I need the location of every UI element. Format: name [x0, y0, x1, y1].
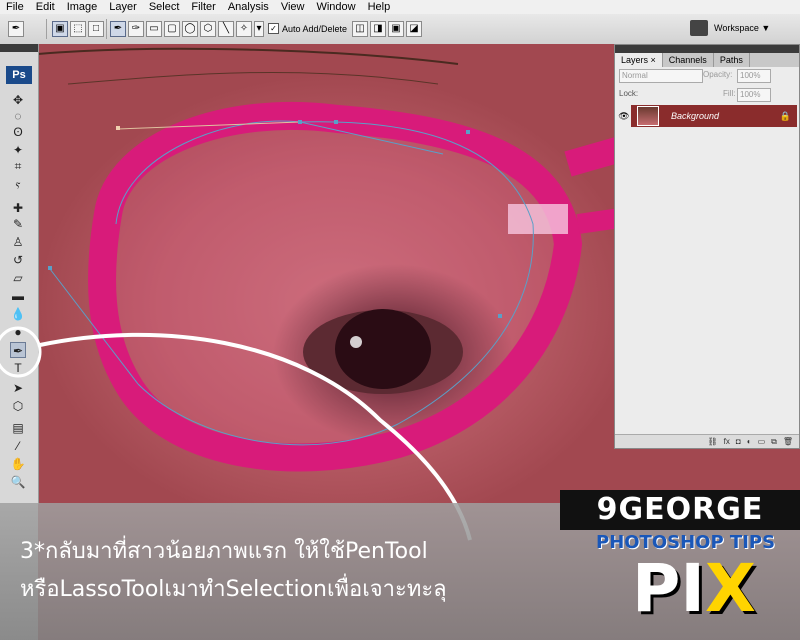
intersect-path-icon[interactable]: ▣: [388, 21, 404, 37]
layers-panel: Layers × Channels Paths Normal Opacity: …: [614, 44, 800, 449]
shape-layers-icon[interactable]: ▣: [52, 21, 68, 37]
pen-icon[interactable]: ✒: [110, 21, 126, 37]
magic-wand-tool-icon[interactable]: ✦: [10, 142, 26, 158]
rounded-rectangle-icon[interactable]: ▢: [164, 21, 180, 37]
fx-icon[interactable]: fx: [724, 437, 730, 446]
menu-item-file[interactable]: File: [0, 0, 30, 14]
fill-label: Fill:: [723, 89, 736, 98]
visibility-eye-icon[interactable]: 👁: [617, 105, 631, 127]
marquee-tool-icon[interactable]: ◌: [10, 108, 26, 124]
menu-item-help[interactable]: Help: [362, 0, 397, 14]
brush-tool-icon[interactable]: ✎: [10, 216, 26, 232]
pen-tool-icon[interactable]: ✒: [10, 342, 26, 358]
panel-footer: ⛓ fx ◘ ◐ ▭ ⧉ 🗑: [615, 434, 799, 448]
tab-channels[interactable]: Channels: [663, 53, 714, 67]
blur-tool-icon[interactable]: 💧: [10, 306, 26, 322]
history-brush-tool-icon[interactable]: ↺: [10, 252, 26, 268]
opacity-label: Opacity:: [703, 70, 733, 79]
shape-options-dropdown-icon[interactable]: ▾: [254, 21, 264, 37]
layer-name: Background: [671, 111, 720, 121]
photoshop-logo[interactable]: Ps: [6, 66, 32, 84]
tab-paths[interactable]: Paths: [714, 53, 750, 67]
rectangle-shape-icon[interactable]: ▭: [146, 21, 162, 37]
panel-tabs: Layers × Channels Paths: [615, 53, 799, 67]
custom-shape-icon[interactable]: ✧: [236, 21, 252, 37]
gradient-tool-icon[interactable]: ▬: [10, 288, 26, 304]
eyedropper2-tool-icon[interactable]: ⁄: [10, 438, 26, 454]
subtract-path-icon[interactable]: ◨: [370, 21, 386, 37]
menu-item-layer[interactable]: Layer: [103, 0, 143, 14]
menu-item-edit[interactable]: Edit: [30, 0, 61, 14]
menu-item-analysis[interactable]: Analysis: [222, 0, 275, 14]
menu-item-image[interactable]: Image: [61, 0, 104, 14]
workspace-label: Workspace ▼: [714, 23, 771, 33]
healing-tool-icon[interactable]: ✚: [10, 200, 26, 216]
toolbox: Ps ✥ ◌ ʘ ✦ ⌗ ⲋ ✚ ✎ ♙ ↺ ▱ ▬ 💧 ● ✒ T ➤ ⬡ ▤ ⁄ ✋ 🔍: [0, 44, 39, 504]
new-layer-icon[interactable]: ⧉: [771, 437, 777, 447]
lock-icon: 🔒: [779, 110, 791, 121]
tab-layers[interactable]: Layers ×: [615, 53, 663, 67]
opacity-input[interactable]: 100%: [737, 69, 771, 83]
move-tool-icon[interactable]: ✥: [10, 92, 26, 108]
exclude-path-icon[interactable]: ◪: [406, 21, 422, 37]
separator: [46, 19, 47, 39]
layer-row-background[interactable]: 👁 Background 🔒: [617, 105, 797, 127]
dodge-tool-icon[interactable]: ●: [10, 324, 26, 340]
polygon-shape-icon[interactable]: ⬡: [200, 21, 216, 37]
eraser-tool-icon[interactable]: ▱: [10, 270, 26, 286]
shape-tool-icon[interactable]: ⬡: [10, 398, 26, 414]
paths-mode-icon[interactable]: ⬚: [70, 21, 86, 37]
trash-icon[interactable]: 🗑: [783, 437, 793, 446]
separator: [106, 19, 107, 39]
crop-tool-icon[interactable]: ⌗: [10, 158, 26, 174]
lock-label: Lock:: [619, 89, 639, 98]
eyedropper-tool-icon[interactable]: ⲋ: [10, 176, 26, 192]
link-icon[interactable]: ⛓: [707, 437, 717, 446]
george-pix-logo: 9GEORGE PHOTOSHOP TIPS PIX: [560, 490, 800, 640]
notes-tool-icon[interactable]: ▤: [10, 420, 26, 436]
auto-add-delete-checkbox[interactable]: ✓ Auto Add/Delete: [268, 23, 347, 34]
panel-title-bar[interactable]: [615, 45, 799, 53]
adjustment-icon[interactable]: ◐: [747, 437, 752, 446]
lasso-tool-icon[interactable]: ʘ: [10, 124, 26, 140]
menu-item-select[interactable]: Select: [143, 0, 186, 14]
toolbox-title-bar[interactable]: [0, 44, 38, 52]
logo-pix-letters: PI: [632, 550, 705, 627]
blend-mode-select[interactable]: Normal: [619, 69, 703, 83]
zoom-tool-icon[interactable]: 🔍: [10, 474, 26, 490]
logo-brand: 9GEORGE: [560, 490, 800, 530]
layer-thumbnail: [637, 106, 659, 126]
menu-item-view[interactable]: View: [275, 0, 311, 14]
logo-pix-x: X: [704, 550, 756, 627]
logo-pix: PIX: [632, 550, 756, 627]
line-shape-icon[interactable]: ╲: [218, 21, 234, 37]
type-tool-icon[interactable]: T: [10, 360, 26, 376]
menu-bar: File Edit Image Layer Select Filter Analysis Vi…: [0, 0, 800, 14]
mask-icon[interactable]: ◘: [736, 437, 741, 446]
menu-item-filter[interactable]: Filter: [185, 0, 221, 14]
group-icon[interactable]: ▭: [758, 437, 766, 446]
fill-input[interactable]: 100%: [737, 88, 771, 102]
add-to-path-icon[interactable]: ◫: [352, 21, 368, 37]
caption-line-1: 3*กลับมาที่สาวน้อยภาพแรก ให้ใช้PenTool: [20, 539, 428, 564]
checkbox-icon[interactable]: ✓: [268, 23, 279, 34]
options-bar: ✒ ▣ ⬚ □ ✒ ✑ ▭ ▢ ◯ ⬡ ╲ ✧ ▾ ✓ Auto Add/Del…: [0, 14, 800, 45]
pen-tool-preset-icon[interactable]: ✒: [8, 21, 24, 37]
caption-line-2: หรือLassoToolเมาทำSelectionเพื่อเจาะทะลุ: [20, 577, 447, 602]
path-selection-tool-icon[interactable]: ➤: [10, 380, 26, 396]
freeform-pen-icon[interactable]: ✑: [128, 21, 144, 37]
hand-tool-icon[interactable]: ✋: [10, 456, 26, 472]
stamp-tool-icon[interactable]: ♙: [10, 234, 26, 250]
ellipse-shape-icon[interactable]: ◯: [182, 21, 198, 37]
workspace-icon: [690, 20, 708, 36]
workspace-menu[interactable]: Workspace ▼: [690, 20, 770, 36]
auto-add-delete-label: Auto Add/Delete: [282, 23, 348, 34]
menu-item-window[interactable]: Window: [310, 0, 361, 14]
fill-pixels-icon[interactable]: □: [88, 21, 104, 37]
